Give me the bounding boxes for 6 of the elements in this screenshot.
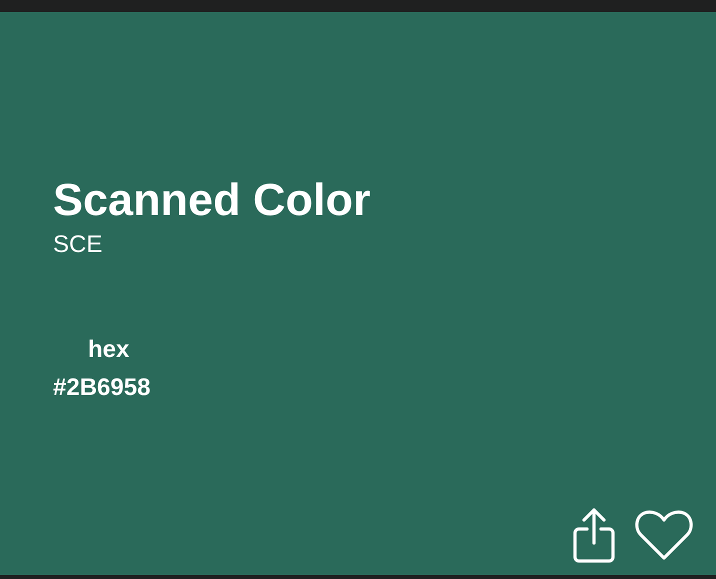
subtitle: SCE xyxy=(53,230,102,260)
title: Scanned Color xyxy=(53,174,371,226)
favorite-button[interactable] xyxy=(634,509,694,561)
hex-value: #2B6958 xyxy=(53,373,150,403)
value-label: hex xyxy=(88,335,130,365)
share-button[interactable] xyxy=(572,507,616,563)
